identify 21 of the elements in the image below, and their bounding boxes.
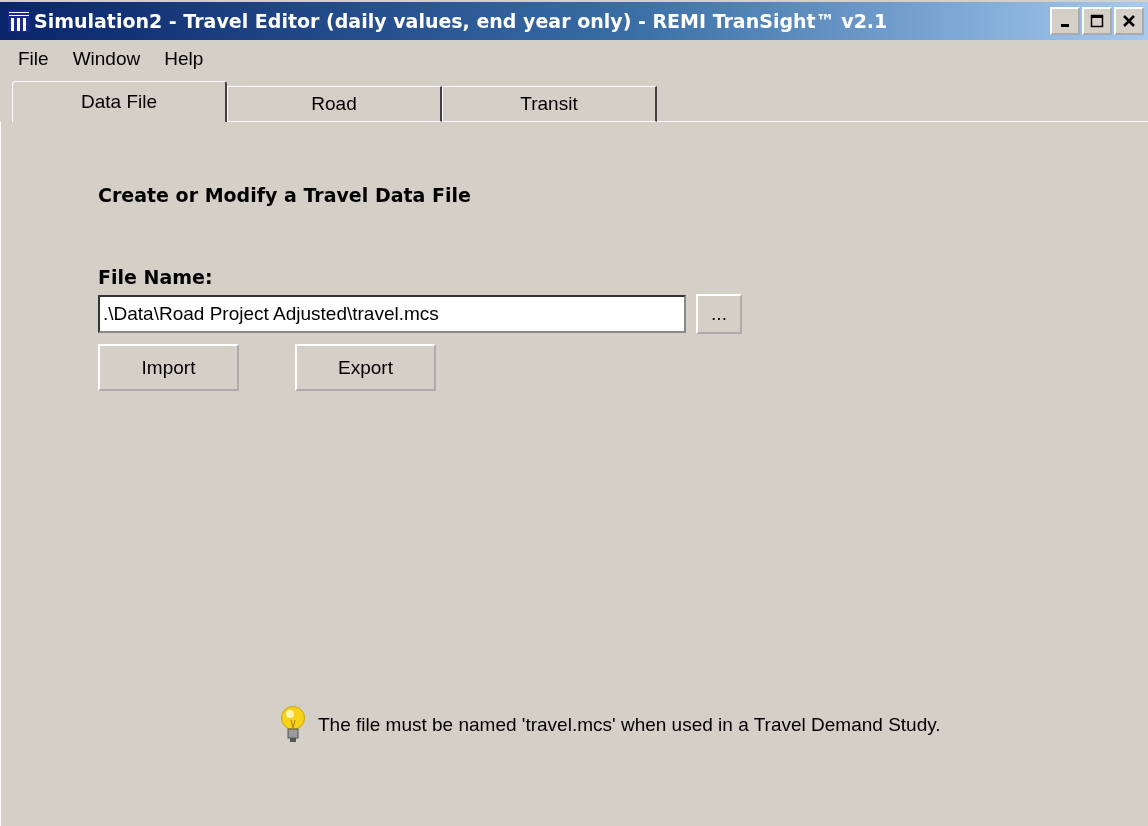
close-button[interactable] [1114, 7, 1144, 35]
menu-item[interactable]: File [18, 48, 49, 70]
minimize-button[interactable] [1050, 7, 1080, 35]
field-label: File Name: [98, 266, 213, 288]
tip-text: The file must be named 'travel.mcs' when used in a Travel Demand Study. [318, 714, 941, 736]
maximize-button[interactable] [1082, 7, 1112, 35]
browse-button[interactable]: ... [696, 294, 742, 334]
action-button[interactable]: Import [98, 344, 239, 391]
action-button[interactable]: Export [295, 344, 436, 391]
minimize-icon [1061, 24, 1069, 27]
maximize-icon [1088, 12, 1106, 30]
window-title: Simulation2 - Travel Editor (daily values, end year only) - REMI TranSight™ v2.1 [34, 10, 889, 32]
section-heading: Create or Modify a Travel Data File [98, 184, 471, 206]
menu-item[interactable]: Help [164, 48, 204, 70]
menu-item[interactable]: Window [72, 48, 141, 70]
tab[interactable]: Transit [442, 86, 657, 122]
app-icon [8, 10, 30, 32]
tab[interactable]: Road [227, 86, 442, 122]
lightbulb-icon [280, 706, 306, 744]
file-name-field[interactable]: .\Data\Road Project Adjusted\travel.mcs [98, 295, 686, 333]
tab[interactable]: Data File [12, 81, 227, 122]
